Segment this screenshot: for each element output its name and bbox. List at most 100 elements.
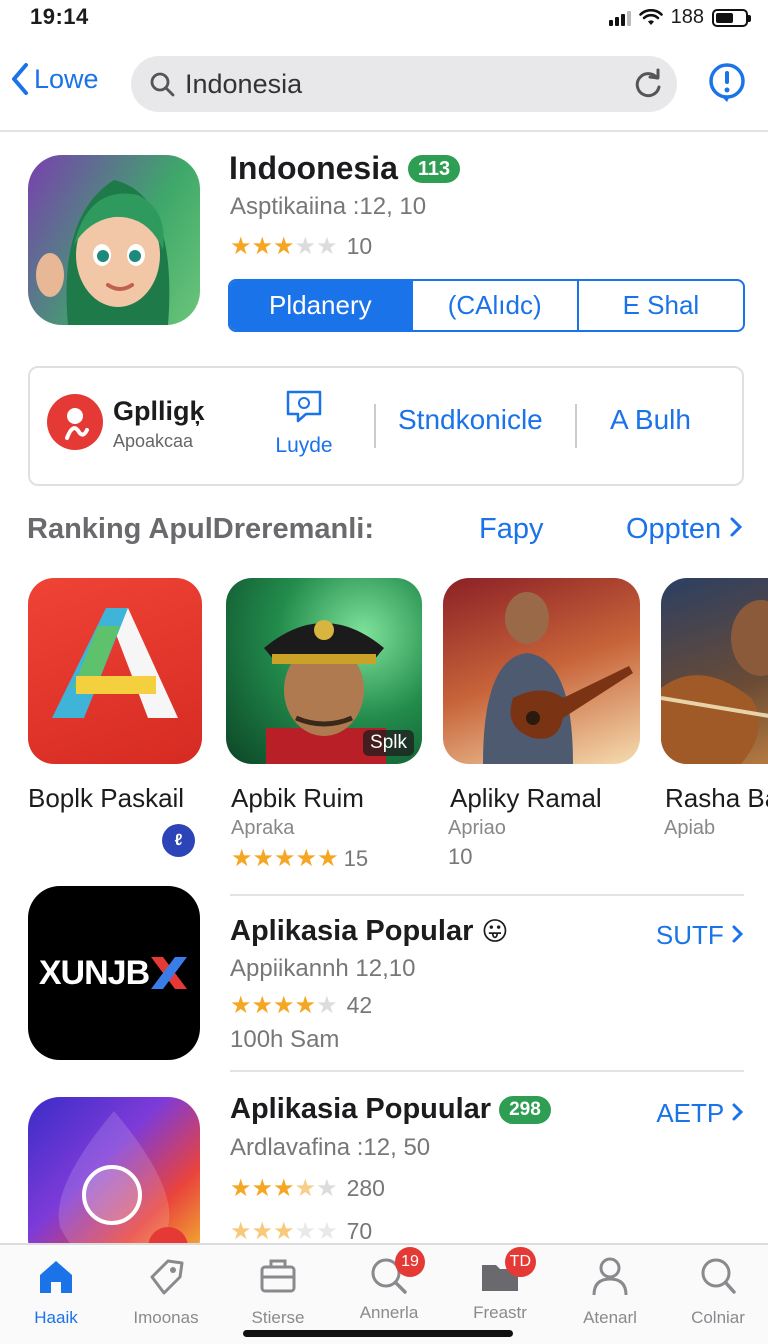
ranking-app-icon-1[interactable]	[28, 578, 202, 764]
x-logo-icon	[151, 957, 188, 989]
star-rating: ★ ★ ★ ★ ★	[231, 845, 339, 872]
guitarist-photo-icon	[661, 600, 768, 764]
ranking-app-rating-3: 10	[448, 844, 472, 870]
ranking-app-name-4[interactable]: Rasha Ba	[665, 783, 768, 814]
section-link-fapy[interactable]: Fapy	[479, 513, 543, 546]
hero-rating-count: 10	[346, 233, 373, 259]
list-item-badge: 298	[499, 1095, 551, 1124]
tab-atenarl[interactable]: Atenarl	[560, 1255, 660, 1328]
card-action-chat-label: Luyde	[275, 434, 333, 457]
ranking-app-icon-4[interactable]	[661, 578, 768, 764]
tab-annerla[interactable]: 19 Annerla	[339, 1247, 439, 1323]
segment-3[interactable]: E Shal	[579, 281, 743, 330]
search-bar[interactable]	[131, 56, 677, 112]
tab-icon-wrap: 19	[367, 1247, 425, 1297]
list-item-link-1[interactable]: SUTF	[656, 920, 744, 951]
list-item-link-label: AETP	[656, 1098, 724, 1128]
segment-2[interactable]: (CAlıdc)	[413, 281, 579, 330]
list-item-link-label: SUTF	[655, 920, 724, 950]
ranking-app-name-1[interactable]: Boplk Paskail	[28, 783, 184, 814]
tab-label: Atenarl	[583, 1308, 637, 1327]
star-rating: ★ ★ ★ ★ ★	[230, 1175, 338, 1202]
emoji-face-icon: 😛	[481, 916, 509, 946]
list-item-subtitle-2: Ardlavafina :12, 50	[230, 1134, 431, 1161]
chat-bubble-icon	[286, 390, 322, 423]
chevron-right-icon	[732, 1103, 744, 1121]
card-name: Gplligķ	[113, 396, 205, 426]
card-action-link-1[interactable]: Stndkonicle	[398, 404, 543, 436]
list-item-title-text: Aplikasia Popular	[230, 915, 474, 947]
list-app-icon-1[interactable]: XUNJB	[28, 886, 200, 1060]
home-indicator[interactable]	[243, 1330, 513, 1337]
card-separator	[575, 404, 577, 448]
list-item-link-2[interactable]: AETP	[656, 1098, 744, 1129]
person-icon	[592, 1257, 628, 1296]
ranking-app-name-2[interactable]: Apbik Ruim	[231, 783, 364, 814]
star-rating: ★ ★ ★ ★ ★	[230, 233, 338, 260]
chevron-left-icon	[12, 63, 28, 95]
segment-1[interactable]: Pldanery	[230, 281, 413, 330]
card-separator	[374, 404, 376, 448]
briefcase-icon	[260, 1259, 296, 1293]
section-title: Ranking ApulDreremanli:	[27, 513, 374, 545]
alert-info-icon[interactable]	[708, 62, 746, 104]
star-rating: ★ ★ ★ ★ ★	[230, 1218, 338, 1245]
wifi-icon	[638, 8, 663, 25]
search-input[interactable]	[185, 68, 585, 100]
chevron-right-icon	[730, 517, 743, 537]
list-app-icon-text: XUNJB	[38, 953, 150, 992]
search-icon	[150, 72, 175, 97]
hero-badge: 113	[407, 154, 461, 183]
signal-icon	[608, 10, 631, 26]
tab-label: Annerla	[359, 1303, 419, 1322]
tab-stierse[interactable]: Stierse	[228, 1255, 328, 1328]
notification-badge: TD	[504, 1247, 536, 1277]
battery-text: 188	[670, 6, 704, 28]
ranking-app-sub-4: Apiab	[664, 817, 716, 839]
ranking-app-sub-3: Apriao	[448, 817, 506, 839]
status-time: 19:14	[30, 4, 89, 29]
magnifier-icon	[701, 1258, 736, 1294]
back-button[interactable]: Lowe	[10, 62, 99, 96]
guitarist-photo-icon	[483, 592, 633, 764]
ranking-app-icon-2[interactable]: Splk	[226, 578, 422, 764]
header-divider	[0, 130, 768, 132]
refresh-icon[interactable]	[633, 68, 663, 100]
verified-badge-icon: ℓ	[162, 824, 195, 857]
ranking-app-rating-2: ★ ★ ★ ★ ★ 15	[231, 844, 368, 873]
status-icons: 188	[608, 6, 751, 29]
ranking-app-name-3[interactable]: Apliky Ramal	[450, 783, 602, 814]
list-item-title-2[interactable]: Aplikasia Popuular 298	[230, 1093, 551, 1126]
back-label: Lowe	[34, 63, 99, 94]
home-icon	[40, 1261, 72, 1293]
list-item-count-1: 42	[346, 992, 373, 1018]
tab-label: Stierse	[251, 1308, 305, 1327]
tab-imoonas[interactable]: Imoonas	[116, 1255, 216, 1328]
tab-icon-wrap: TD	[478, 1247, 536, 1297]
list-item-title-1[interactable]: Aplikasia Popular 😛	[230, 915, 508, 948]
ranking-app-count-3: 10	[448, 844, 473, 869]
list-divider	[230, 1070, 744, 1072]
list-item-rating-1: ★ ★ ★ ★ ★ 42	[230, 991, 372, 1020]
tab-freastr[interactable]: TD Freastr	[450, 1247, 550, 1323]
list-item-subtitle-1: Appiikannh 12,10	[230, 955, 416, 982]
hero-title-text: Indoonesia	[229, 150, 398, 186]
tag-icon	[150, 1259, 184, 1295]
letter-a-logo-icon	[52, 608, 178, 718]
ranking-app-icon-3[interactable]	[443, 578, 640, 764]
tab-colniar[interactable]: Colniar	[668, 1255, 768, 1328]
tab-label: Imoonas	[133, 1308, 199, 1327]
chevron-right-icon	[732, 925, 744, 943]
list-item-rating-2: ★ ★ ★ ★ ★ 280	[230, 1174, 385, 1203]
list-item-extra-1: 100h Sam	[230, 1026, 340, 1053]
featured-card[interactable]: Gplligķ Apoakcaa Luyde Stndkonicle A Bul…	[28, 366, 744, 486]
hero-app-title[interactable]: Indoonesia 113	[229, 150, 461, 187]
section-link-see-more[interactable]: Oppten	[626, 513, 743, 546]
ranking-app-sub-2: Apraka	[231, 817, 295, 839]
tab-home[interactable]: Haaik	[6, 1255, 106, 1328]
ranking-app-count-2: 15	[343, 845, 369, 871]
card-action-link-2[interactable]: A Bulh	[610, 404, 691, 436]
tab-label: Haaik	[34, 1308, 78, 1327]
hero-app-icon[interactable]	[28, 155, 200, 325]
card-action-chat[interactable]: Luyde	[274, 388, 334, 458]
